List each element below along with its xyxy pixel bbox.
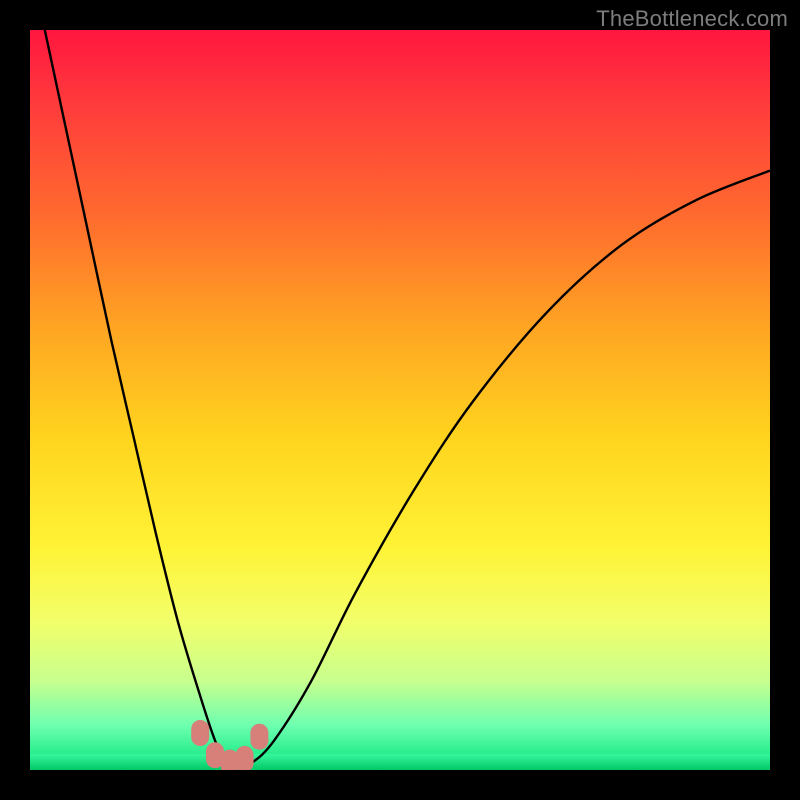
curve-marker <box>191 720 209 746</box>
bottleneck-curve <box>45 30 770 766</box>
chart-stage: TheBottleneck.com <box>0 0 800 800</box>
curve-marker <box>250 724 268 750</box>
curve-markers <box>191 720 268 770</box>
curve-marker <box>236 746 254 770</box>
curve-layer <box>30 30 770 770</box>
watermark-text: TheBottleneck.com <box>596 6 788 32</box>
plot-area <box>30 30 770 770</box>
